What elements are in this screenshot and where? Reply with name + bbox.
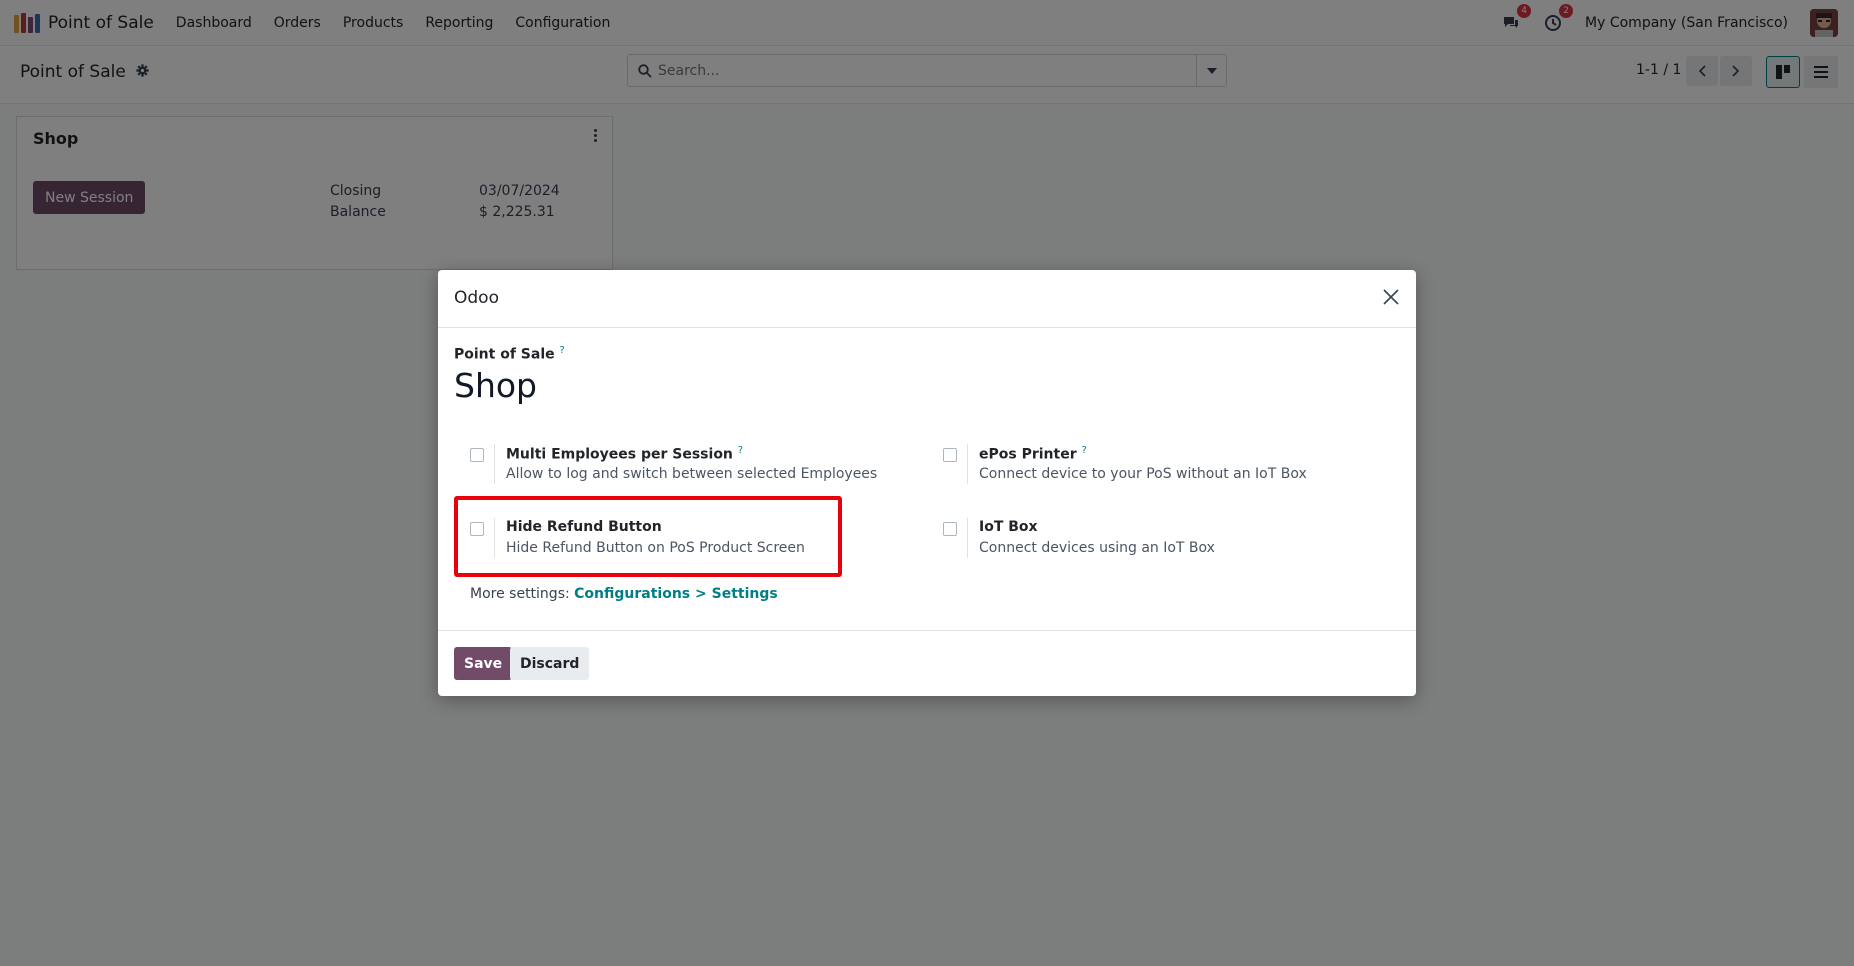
help-icon[interactable]: ? xyxy=(560,345,565,356)
divider xyxy=(967,518,968,558)
close-icon[interactable] xyxy=(1382,288,1402,308)
more-settings: More settings: Configurations > Settings xyxy=(470,586,778,602)
help-icon[interactable]: ? xyxy=(1081,445,1086,456)
multi-employees-checkbox[interactable] xyxy=(470,448,484,462)
setting-description: Allow to log and switch between selected… xyxy=(506,466,878,482)
record-name: Shop xyxy=(454,366,537,405)
dialog-title: Odoo xyxy=(454,288,499,308)
setting-title: Multi Employees per Session ? xyxy=(506,445,743,463)
divider xyxy=(967,444,968,484)
setting-title: IoT Box xyxy=(979,519,1038,535)
setting-iot-box: IoT Box Connect devices using an IoT Box xyxy=(943,518,1363,578)
field-label-text: Point of Sale xyxy=(454,346,555,363)
field-label: Point of Sale ? xyxy=(454,345,565,363)
setting-description: Connect devices using an IoT Box xyxy=(979,540,1215,556)
setting-title: ePos Printer ? xyxy=(979,445,1087,463)
setting-description: Connect device to your PoS without an Io… xyxy=(979,466,1307,482)
setting-title-text: ePos Printer xyxy=(979,446,1077,463)
discard-button[interactable]: Discard xyxy=(510,647,590,680)
settings-link[interactable]: Configurations > Settings xyxy=(574,586,778,602)
iot-box-checkbox[interactable] xyxy=(943,522,957,536)
more-settings-label: More settings: xyxy=(470,586,570,602)
divider xyxy=(494,444,495,484)
config-dialog: Odoo Point of Sale ? Shop Multi Employee… xyxy=(438,270,1416,696)
save-button[interactable]: Save xyxy=(454,647,513,680)
setting-title-text: Multi Employees per Session xyxy=(506,446,733,463)
help-icon[interactable]: ? xyxy=(738,445,743,456)
epos-printer-checkbox[interactable] xyxy=(943,448,957,462)
setting-epos-printer: ePos Printer ? Connect device to your Po… xyxy=(943,444,1363,504)
dialog-header: Odoo xyxy=(438,270,1416,328)
dialog-footer: Save Discard xyxy=(438,630,1416,696)
highlight-annotation xyxy=(454,496,842,577)
